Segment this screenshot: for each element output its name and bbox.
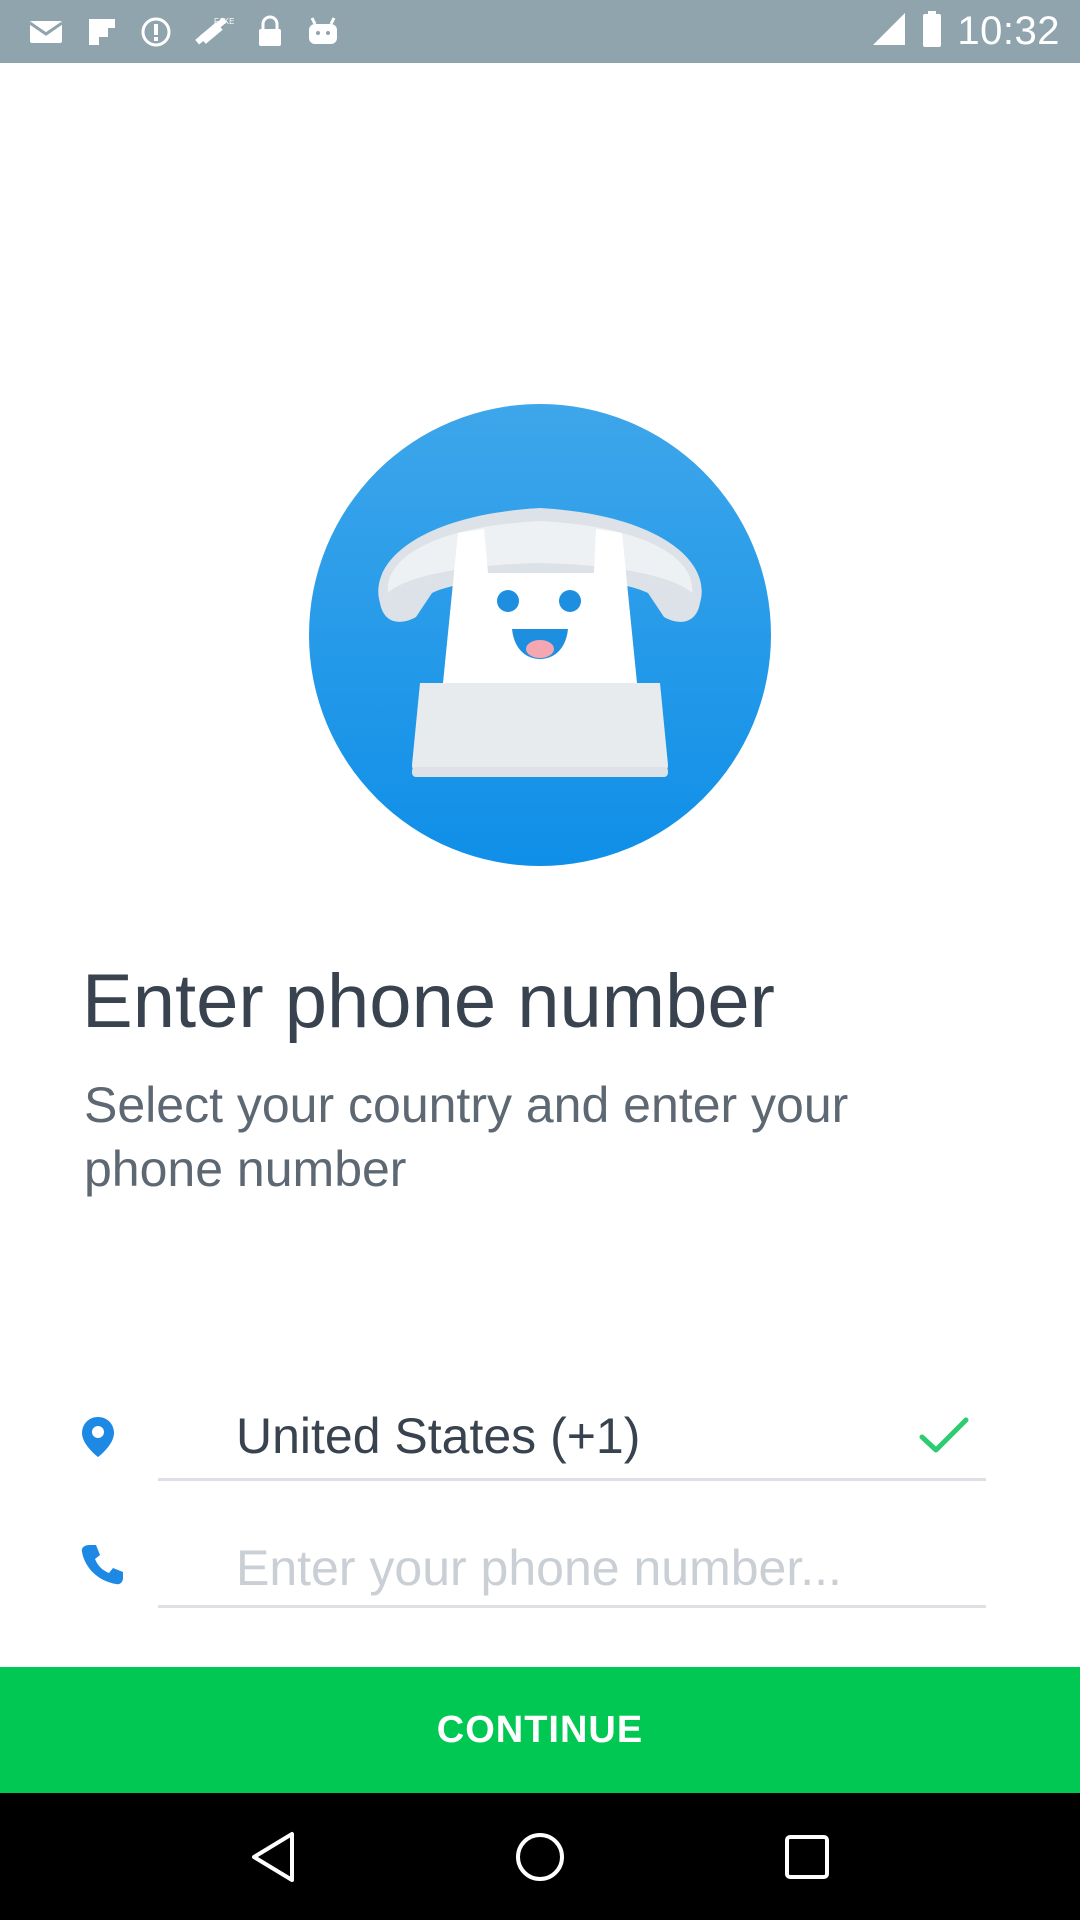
status-time: 10:32 [957, 9, 1060, 53]
flipboard-icon [86, 16, 118, 48]
svg-text:FAKE: FAKE [214, 17, 234, 26]
phone-field [158, 1528, 1064, 1608]
page-title: Enter phone number [82, 959, 775, 1044]
battery-icon [921, 10, 943, 53]
continue-button[interactable]: CONTINUE [0, 1667, 1080, 1793]
country-value: United States (+1) [236, 1408, 641, 1464]
lock-icon [256, 15, 284, 49]
country-selector[interactable]: United States (+1) [158, 1401, 986, 1481]
home-icon[interactable] [510, 1827, 570, 1887]
status-right: 10:32 [871, 9, 1060, 54]
mail-icon [28, 17, 64, 47]
checkmark-icon [918, 1415, 970, 1455]
main-content: Enter phone number Select your country a… [0, 63, 1080, 1667]
phone-icon [80, 1542, 124, 1592]
back-icon[interactable] [243, 1827, 303, 1887]
status-bar: FAKE 10:32 [0, 0, 1080, 63]
recents-icon[interactable] [777, 1827, 837, 1887]
country-row: United States (+1) [80, 1401, 1000, 1481]
status-left-icons: FAKE [28, 14, 340, 50]
location-pin-icon [80, 1415, 124, 1465]
signal-icon [871, 11, 907, 52]
navigation-bar [0, 1793, 1080, 1920]
fake-gps-icon: FAKE [194, 14, 234, 50]
smiling-telephone-icon [308, 403, 772, 867]
phone-number-input[interactable] [236, 1528, 1064, 1608]
android-icon [306, 16, 340, 48]
alert-icon [140, 16, 172, 48]
page-subtitle: Select your country and enter your phone… [84, 1077, 849, 1197]
phone-row [80, 1528, 1064, 1608]
